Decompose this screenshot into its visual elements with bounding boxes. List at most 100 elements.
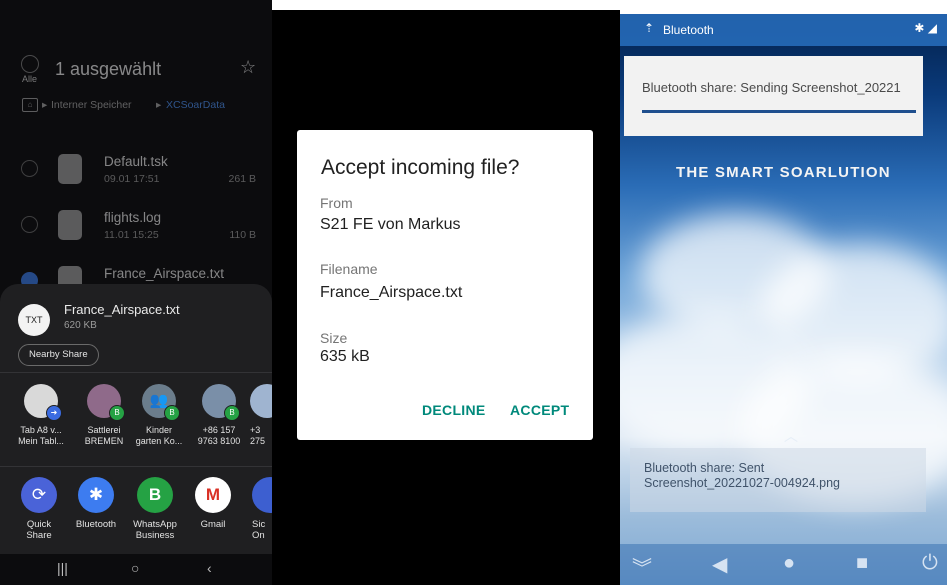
filename-value: France_Airspace.txt: [320, 284, 463, 301]
whatsapp-business-icon: B: [137, 477, 173, 513]
app-label: Quick: [26, 519, 52, 530]
share-file-size: 620 KB: [64, 320, 97, 331]
file-manager-screen: Alle 1 ausgewählt ☆ ⌂ ▸ Interner Speiche…: [0, 0, 272, 585]
gmail-icon: M: [195, 477, 231, 513]
upload-arrow-icon: ⇡: [644, 21, 655, 35]
sent-notification-line2: Screenshot_20221027-004924.png: [644, 476, 841, 490]
file-row[interactable]: flights.log 11.01 15:25 110 B: [0, 198, 272, 254]
file-icon: [58, 210, 82, 240]
bluetooth-signal-icon: ✱ ◢: [914, 21, 937, 35]
accept-button[interactable]: ACCEPT: [510, 402, 569, 418]
nearby-share-button[interactable]: Nearby Share: [18, 344, 99, 366]
quick-share-badge-icon: ➜: [46, 405, 62, 421]
bluetooth-icon: ✱: [78, 477, 114, 513]
whatsapp-badge-icon: B: [224, 405, 240, 421]
collapse-icon[interactable]: ︾: [632, 552, 652, 581]
contact-label: Kinder: [145, 425, 172, 435]
file-row[interactable]: Default.tsk 09.01 17:51 261 B: [0, 142, 272, 198]
dimmed-file-list: Alle 1 ausgewählt ☆ ⌂ ▸ Interner Speiche…: [0, 0, 272, 300]
selection-title: 1 ausgewählt: [55, 59, 162, 79]
accept-file-dialog: Accept incoming file? From S21 FE von Ma…: [297, 130, 593, 440]
app-label: Share: [26, 530, 52, 541]
app-label: Sic: [252, 519, 266, 530]
recents-icon[interactable]: |||: [57, 560, 68, 576]
app-label: Business: [135, 530, 175, 541]
app-bluetooth[interactable]: ✱ Bluetooth: [70, 477, 122, 530]
contact-kindergarten[interactable]: 👥 B Kinder garten Ko...: [134, 384, 184, 447]
contact-tab-a8[interactable]: ➜ Tab A8 v... Mein Tabl...: [16, 384, 66, 447]
app-quick-share[interactable]: ⟳ Quick Share: [13, 477, 65, 541]
status-bar-title: Bluetooth: [663, 23, 714, 37]
divider: [0, 466, 272, 467]
sending-notification[interactable]: Bluetooth share: Sending Screenshot_2022…: [624, 56, 923, 136]
app-gmail[interactable]: M Gmail: [187, 477, 239, 530]
dialog-title: Accept incoming file?: [321, 156, 520, 179]
file-name: France_Airspace.txt: [104, 266, 225, 281]
contact-label: Mein Tabl...: [18, 436, 64, 446]
home-icon[interactable]: ⌂: [22, 98, 38, 112]
app-label: Bluetooth: [75, 519, 117, 530]
whatsapp-badge-icon: B: [164, 405, 180, 421]
breadcrumb-arrow-icon: ▸: [156, 99, 162, 111]
file-date: 11.01 15:25: [104, 229, 159, 241]
contact-label: +86 157: [202, 425, 236, 435]
share-sheet: TXT France_Airspace.txt 620 KB Nearby Sh…: [0, 284, 272, 585]
txt-file-icon: TXT: [18, 304, 50, 336]
xcsoar-device-photo: ⇡ Bluetooth ✱ ◢ Bluetooth share: Sending…: [620, 14, 947, 585]
sending-notification-text: Bluetooth share: Sending Screenshot_2022…: [642, 80, 901, 95]
contact-label: garten Ko...: [135, 436, 183, 446]
contact-label: +3: [250, 425, 261, 435]
breadcrumb-xcsoardata[interactable]: XCSoarData: [166, 99, 225, 111]
file-checkbox[interactable]: [21, 160, 38, 177]
contact-label: Sattlerei: [87, 425, 121, 435]
divider: [0, 372, 272, 373]
home-button-icon[interactable]: ●: [783, 552, 795, 575]
file-name: flights.log: [104, 210, 162, 225]
select-all-checkbox[interactable]: [21, 55, 39, 73]
whatsapp-badge-icon: B: [109, 405, 125, 421]
group-avatar-icon: 👥 B: [142, 384, 180, 421]
contact-label: 9763 8100: [197, 436, 241, 446]
file-name: Default.tsk: [104, 154, 168, 169]
sent-notification-line1: Bluetooth share: Sent: [644, 461, 765, 475]
back-icon[interactable]: ◀: [712, 552, 727, 577]
contact-label: 275: [250, 436, 266, 446]
decline-button[interactable]: DECLINE: [422, 402, 486, 418]
recents-icon[interactable]: ■: [856, 552, 868, 575]
contact-phone-number[interactable]: B +86 157 9763 8100: [194, 384, 244, 447]
breadcrumb-internal-storage[interactable]: Interner Speicher: [51, 99, 132, 111]
file-checkbox[interactable]: [21, 216, 38, 233]
size-value: 635 kB: [320, 348, 370, 365]
app-whatsapp-business[interactable]: B WhatsApp Business: [129, 477, 181, 541]
file-size: 261 B: [228, 173, 256, 185]
file-icon: [58, 154, 82, 184]
contact-avatar: B: [87, 384, 125, 421]
app-label: WhatsApp: [133, 519, 177, 530]
contact-sattlerei-bremen[interactable]: B Sattlerei BREMEN: [79, 384, 129, 447]
sending-progress-bar: [642, 110, 916, 113]
sent-notification[interactable]: Bluetooth share: Sent Screenshot_2022102…: [630, 448, 926, 512]
from-value: S21 FE von Markus: [320, 216, 461, 233]
file-size: 110 B: [229, 229, 256, 241]
incoming-file-screen: Accept incoming file? From S21 FE von Ma…: [272, 10, 620, 585]
power-icon[interactable]: ⏻: [922, 552, 938, 575]
back-icon[interactable]: ‹: [207, 560, 212, 576]
contact-label: BREMEN: [84, 436, 124, 446]
select-all-label: Alle: [22, 74, 38, 84]
size-label: Size: [320, 330, 348, 346]
contact-partial[interactable]: +3 275: [250, 384, 272, 447]
contact-label: Tab A8 v...: [20, 425, 62, 435]
filename-label: Filename: [320, 261, 378, 277]
share-file-name: France_Airspace.txt: [64, 302, 180, 317]
star-icon[interactable]: ☆: [240, 57, 256, 78]
xcsoar-logo-text: THE SMART SOARLUTION: [676, 164, 891, 181]
app-partial[interactable]: Sic On: [252, 477, 272, 541]
contact-avatar: B: [202, 384, 240, 421]
device-nav-bar: ︾ ◀ ● ■ ⏻: [620, 544, 947, 585]
app-label: Gmail: [200, 519, 226, 530]
app-icon: [252, 477, 272, 513]
contact-avatar: ➜: [24, 384, 62, 421]
from-label: From: [320, 195, 353, 211]
quick-share-icon: ⟳: [21, 477, 57, 513]
home-button-icon[interactable]: ○: [131, 560, 139, 576]
